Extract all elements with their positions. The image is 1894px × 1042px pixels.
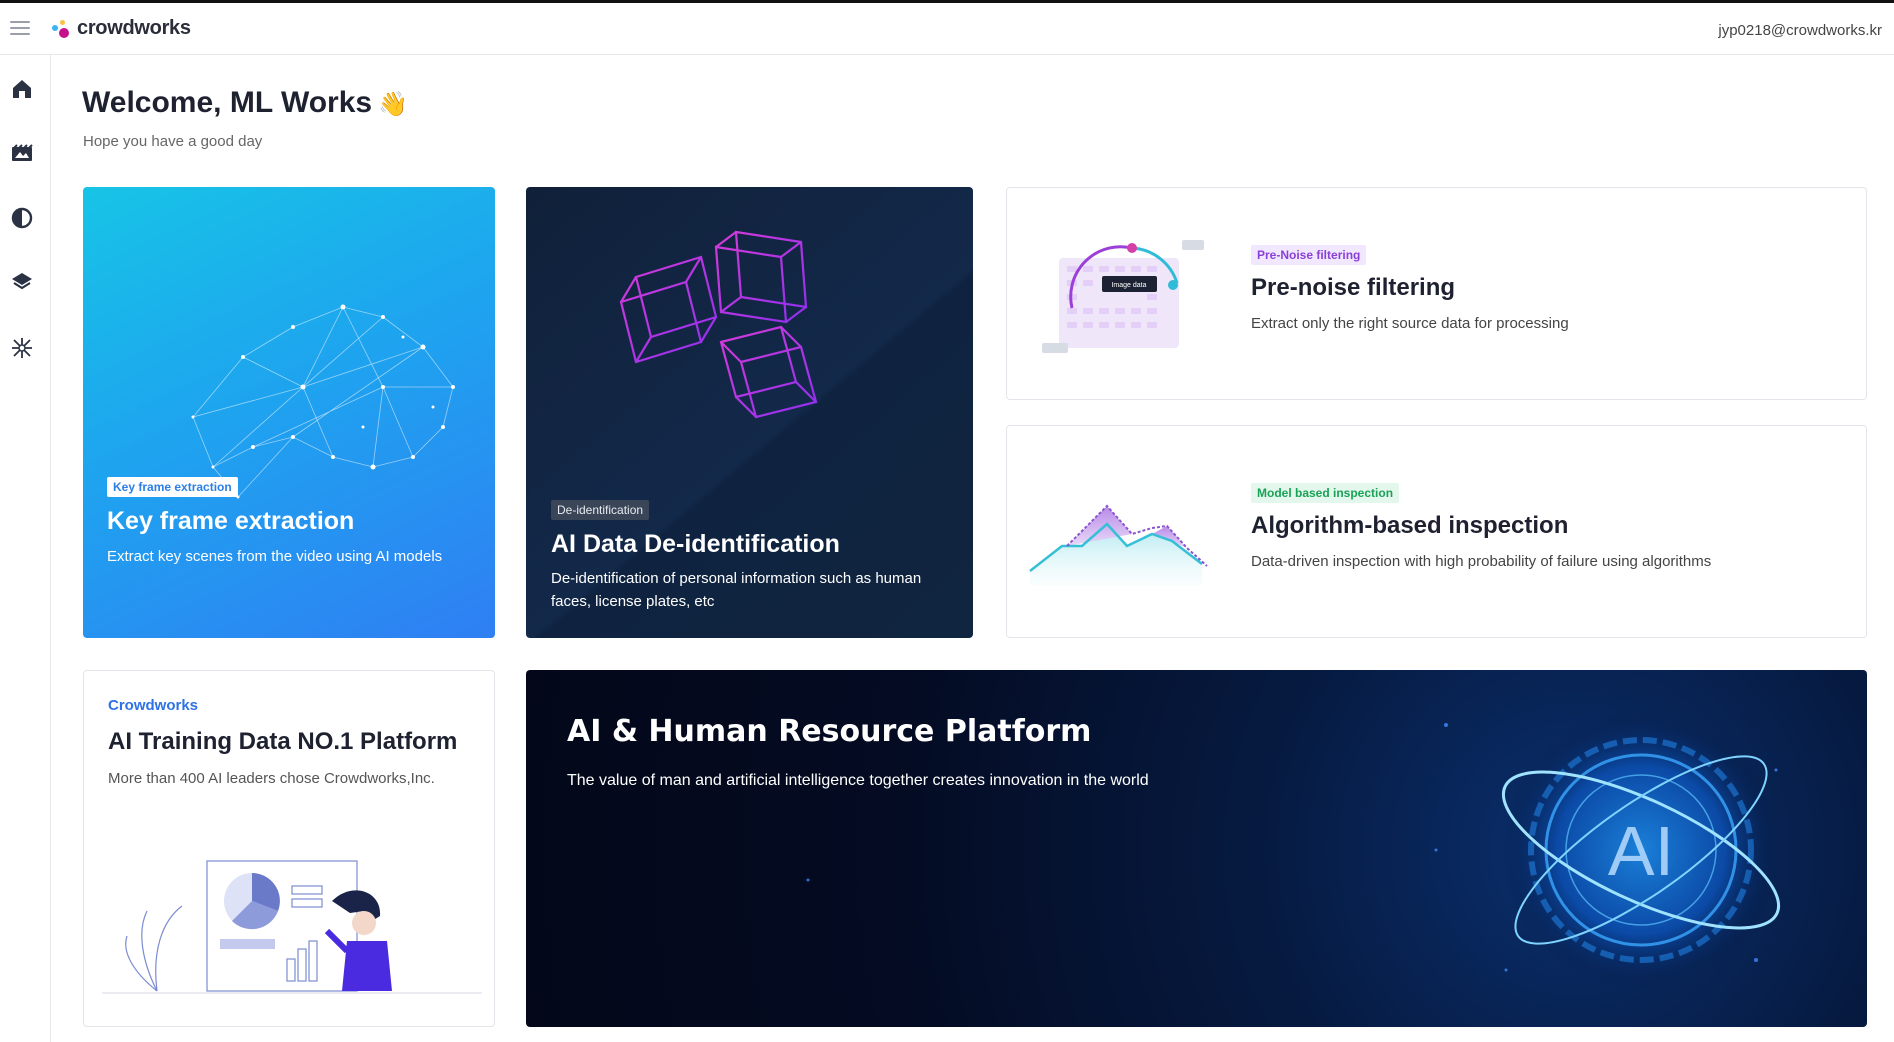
user-email[interactable]: jyp0218@crowdworks.kr xyxy=(1718,22,1882,39)
pre-noise-desc: Extract only the right source data for p… xyxy=(1251,315,1569,332)
crowdworks-platform-title: AI Training Data NO.1 Platform xyxy=(108,728,458,755)
ai-emblem-text: AI xyxy=(1608,812,1674,890)
key-frame-title: Key frame extraction xyxy=(107,507,355,535)
deidentification-desc: De-identification of personal informatio… xyxy=(551,570,922,610)
home-icon[interactable] xyxy=(10,77,34,101)
algorithm-inspection-title: Algorithm-based inspection xyxy=(1251,512,1569,539)
key-frame-card[interactable]: Key frame extraction Key frame extractio… xyxy=(83,187,495,638)
algorithm-inspection-card[interactable]: Model based inspection Algorithm-based i… xyxy=(1006,425,1867,638)
menu-icon[interactable] xyxy=(10,21,30,35)
algorithm-inspection-desc: Data-driven inspection with high probabi… xyxy=(1251,553,1712,570)
key-frame-desc: Extract key scenes from the video using … xyxy=(107,548,443,565)
logo-text: crowdworks xyxy=(77,16,191,39)
ai-platform-banner[interactable]: AI AI & Human Resource Platform The valu… xyxy=(526,670,1867,1027)
network-illustration xyxy=(191,304,455,499)
analytics-person-illustration xyxy=(102,860,482,994)
contrast-icon[interactable] xyxy=(10,206,34,230)
crowdworks-brand-label: Crowdworks xyxy=(108,697,199,714)
sparkle-icon[interactable] xyxy=(10,336,34,360)
logo-mark-icon xyxy=(52,16,74,40)
crowdworks-logo[interactable]: crowdworks xyxy=(52,16,191,40)
key-frame-tag: Key frame extraction xyxy=(107,477,238,497)
crowdworks-platform-desc: More than 400 AI leaders chose Crowdwork… xyxy=(108,770,435,787)
sidebar xyxy=(0,55,51,1042)
line-chart-illustration xyxy=(1029,504,1208,586)
video-icon[interactable] xyxy=(10,141,34,165)
data-filter-illustration: Image data xyxy=(1042,240,1204,353)
top-bar: crowdworks jyp0218@crowdworks.kr xyxy=(0,0,1894,55)
image-data-label: Image data xyxy=(1111,282,1146,289)
page-title: Welcome, ML Works 👋 xyxy=(82,86,408,120)
pre-noise-card[interactable]: Image data Pre-Noise filtering Pre-noise… xyxy=(1006,187,1867,400)
banner-title: AI & Human Resource Platform xyxy=(567,714,1092,749)
banner-desc: The value of man and artificial intellig… xyxy=(567,772,1149,789)
deidentification-tag: De-identification xyxy=(551,500,650,520)
welcome-text: Welcome, ML Works xyxy=(82,86,373,119)
model-inspection-tag: Model based inspection xyxy=(1251,483,1400,503)
page-subtitle: Hope you have a good day xyxy=(83,133,263,150)
crowdworks-platform-card[interactable]: Crowdworks AI Training Data NO.1 Platfor… xyxy=(83,670,495,1027)
pre-noise-title: Pre-noise filtering xyxy=(1251,274,1456,301)
deidentification-title: AI Data De-identification xyxy=(551,530,840,558)
pre-noise-tag: Pre-Noise filtering xyxy=(1251,245,1367,265)
deidentification-card[interactable]: De-identification AI Data De-identificat… xyxy=(526,187,973,638)
wave-emoji-icon: 👋 xyxy=(378,91,408,118)
layers-icon[interactable] xyxy=(10,270,34,294)
